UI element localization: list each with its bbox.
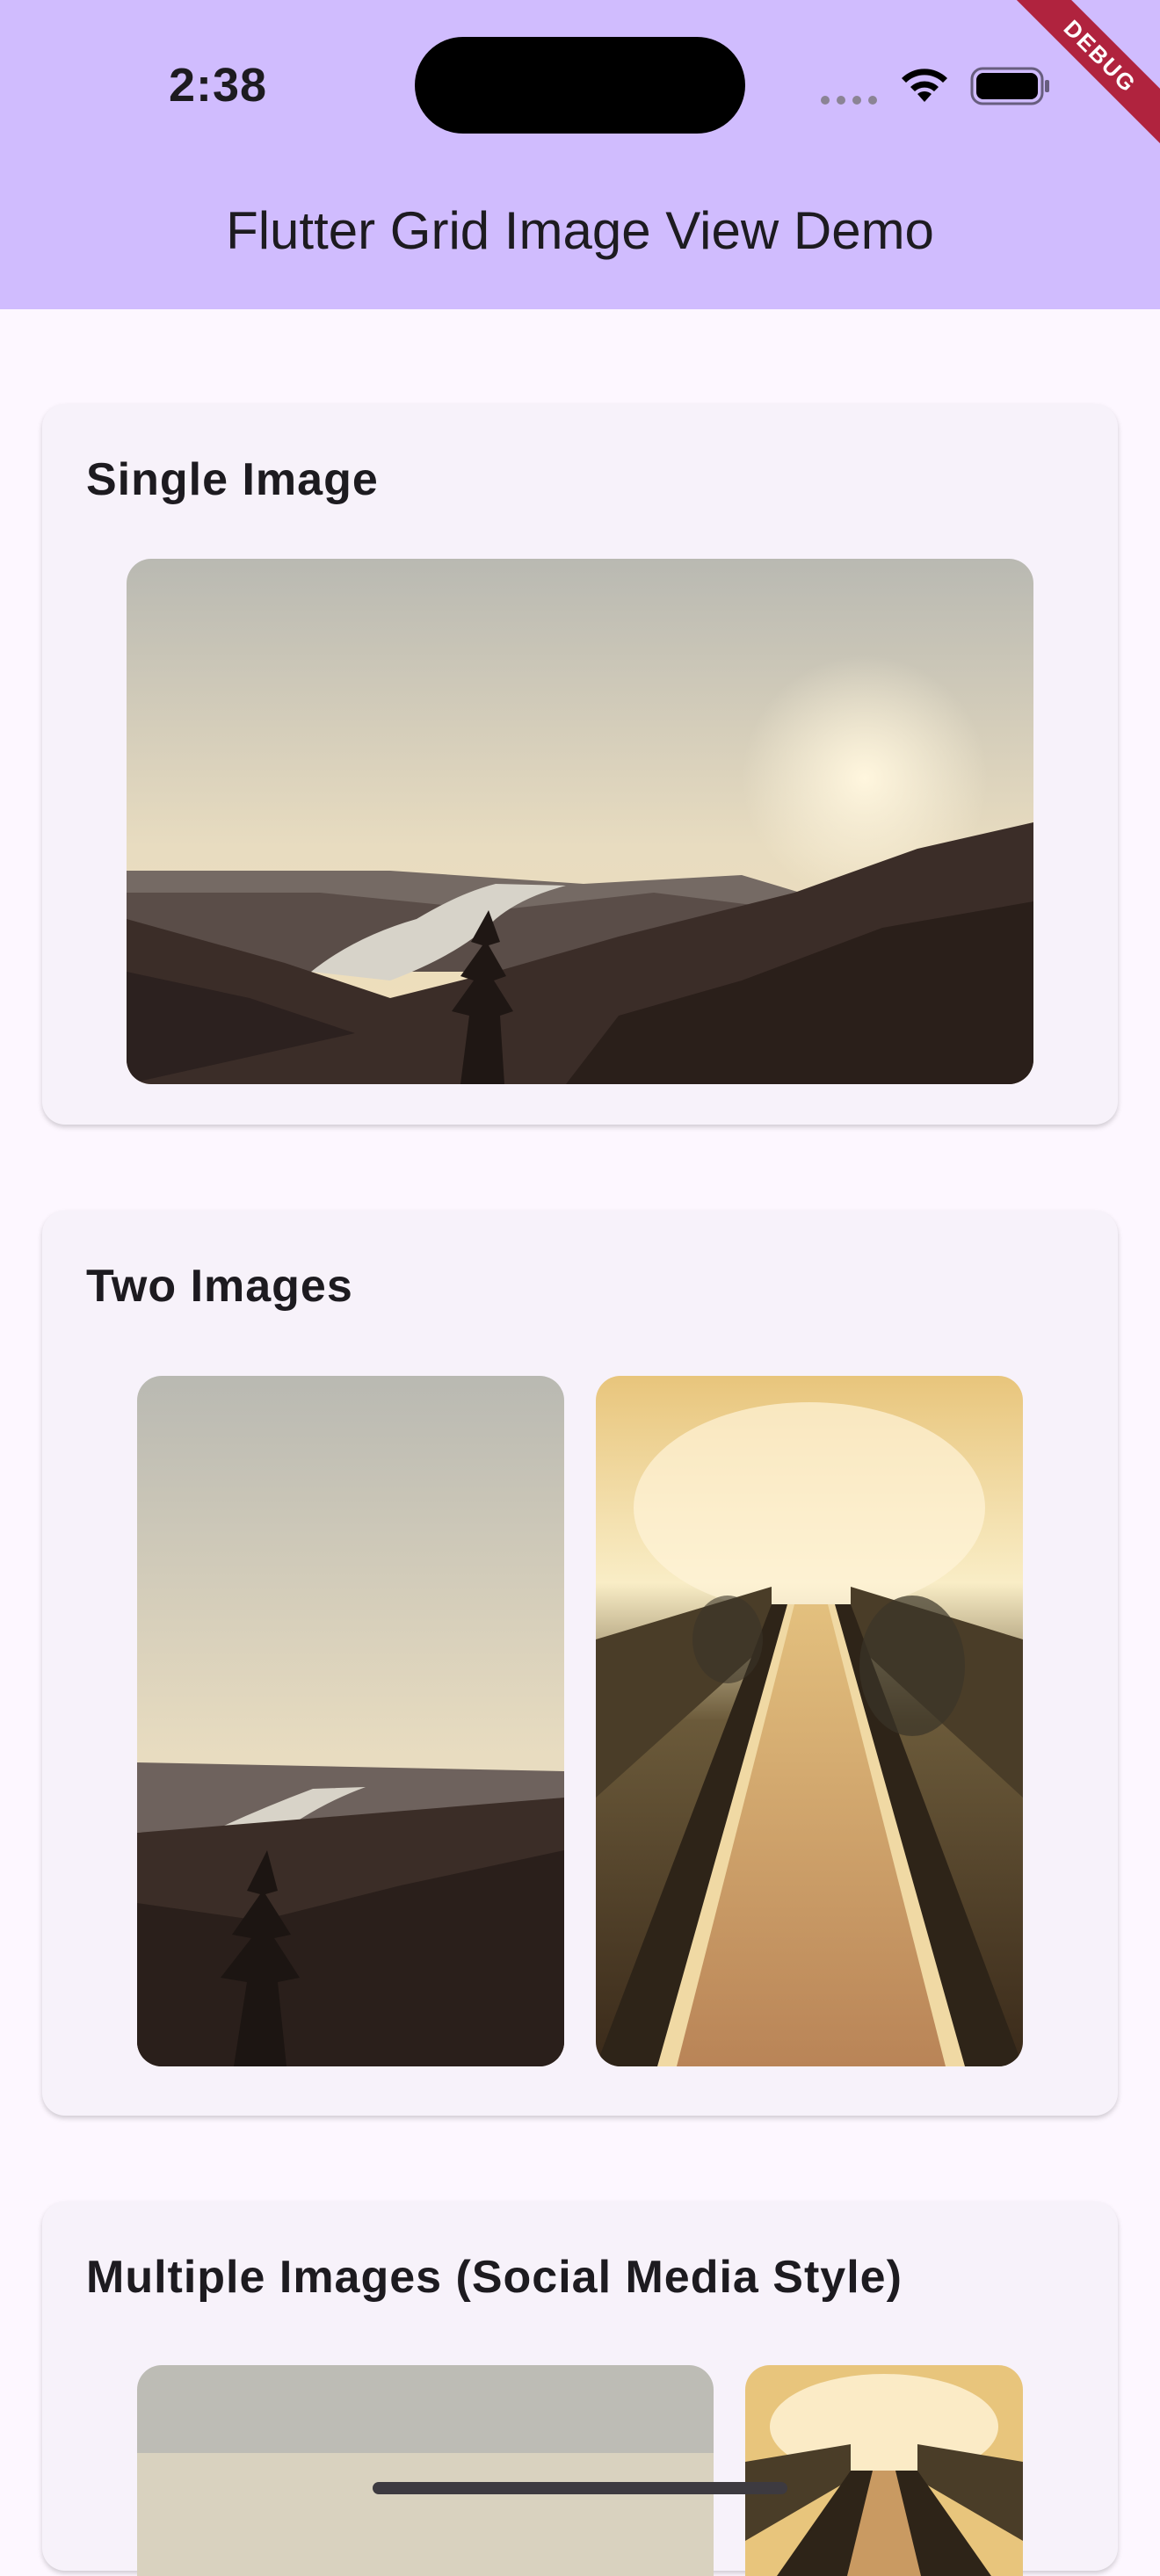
landscape-sunset-image[interactable]	[137, 2365, 714, 2576]
landscape-sunset-image[interactable]	[137, 1376, 564, 2066]
page-title: Flutter Grid Image View Demo	[226, 201, 934, 260]
cellular-signal-icon	[821, 93, 884, 109]
battery-icon	[970, 67, 1049, 105]
dynamic-island	[415, 37, 745, 134]
app-bar: 2:38 Flutter Grid Image View Demo DEBUG	[0, 0, 1160, 309]
escalator-tunnel-image[interactable]	[596, 1376, 1023, 2066]
section-card-multiple-images: Multiple Images (Social Media Style)	[42, 2202, 1118, 2576]
home-indicator[interactable]	[373, 2482, 787, 2494]
status-icons	[821, 62, 1049, 107]
section-title: Two Images	[86, 1261, 353, 1312]
section-title: Single Image	[86, 454, 379, 505]
section-card-single-image: Single Image	[42, 404, 1118, 1125]
section-title: Multiple Images (Social Media Style)	[86, 2252, 903, 2303]
section-card-two-images: Two Images	[42, 1211, 1118, 2116]
escalator-tunnel-image[interactable]	[745, 2365, 1023, 2576]
status-time: 2:38	[169, 59, 268, 112]
wifi-icon	[902, 69, 947, 102]
landscape-sunset-image[interactable]	[127, 559, 1033, 1084]
